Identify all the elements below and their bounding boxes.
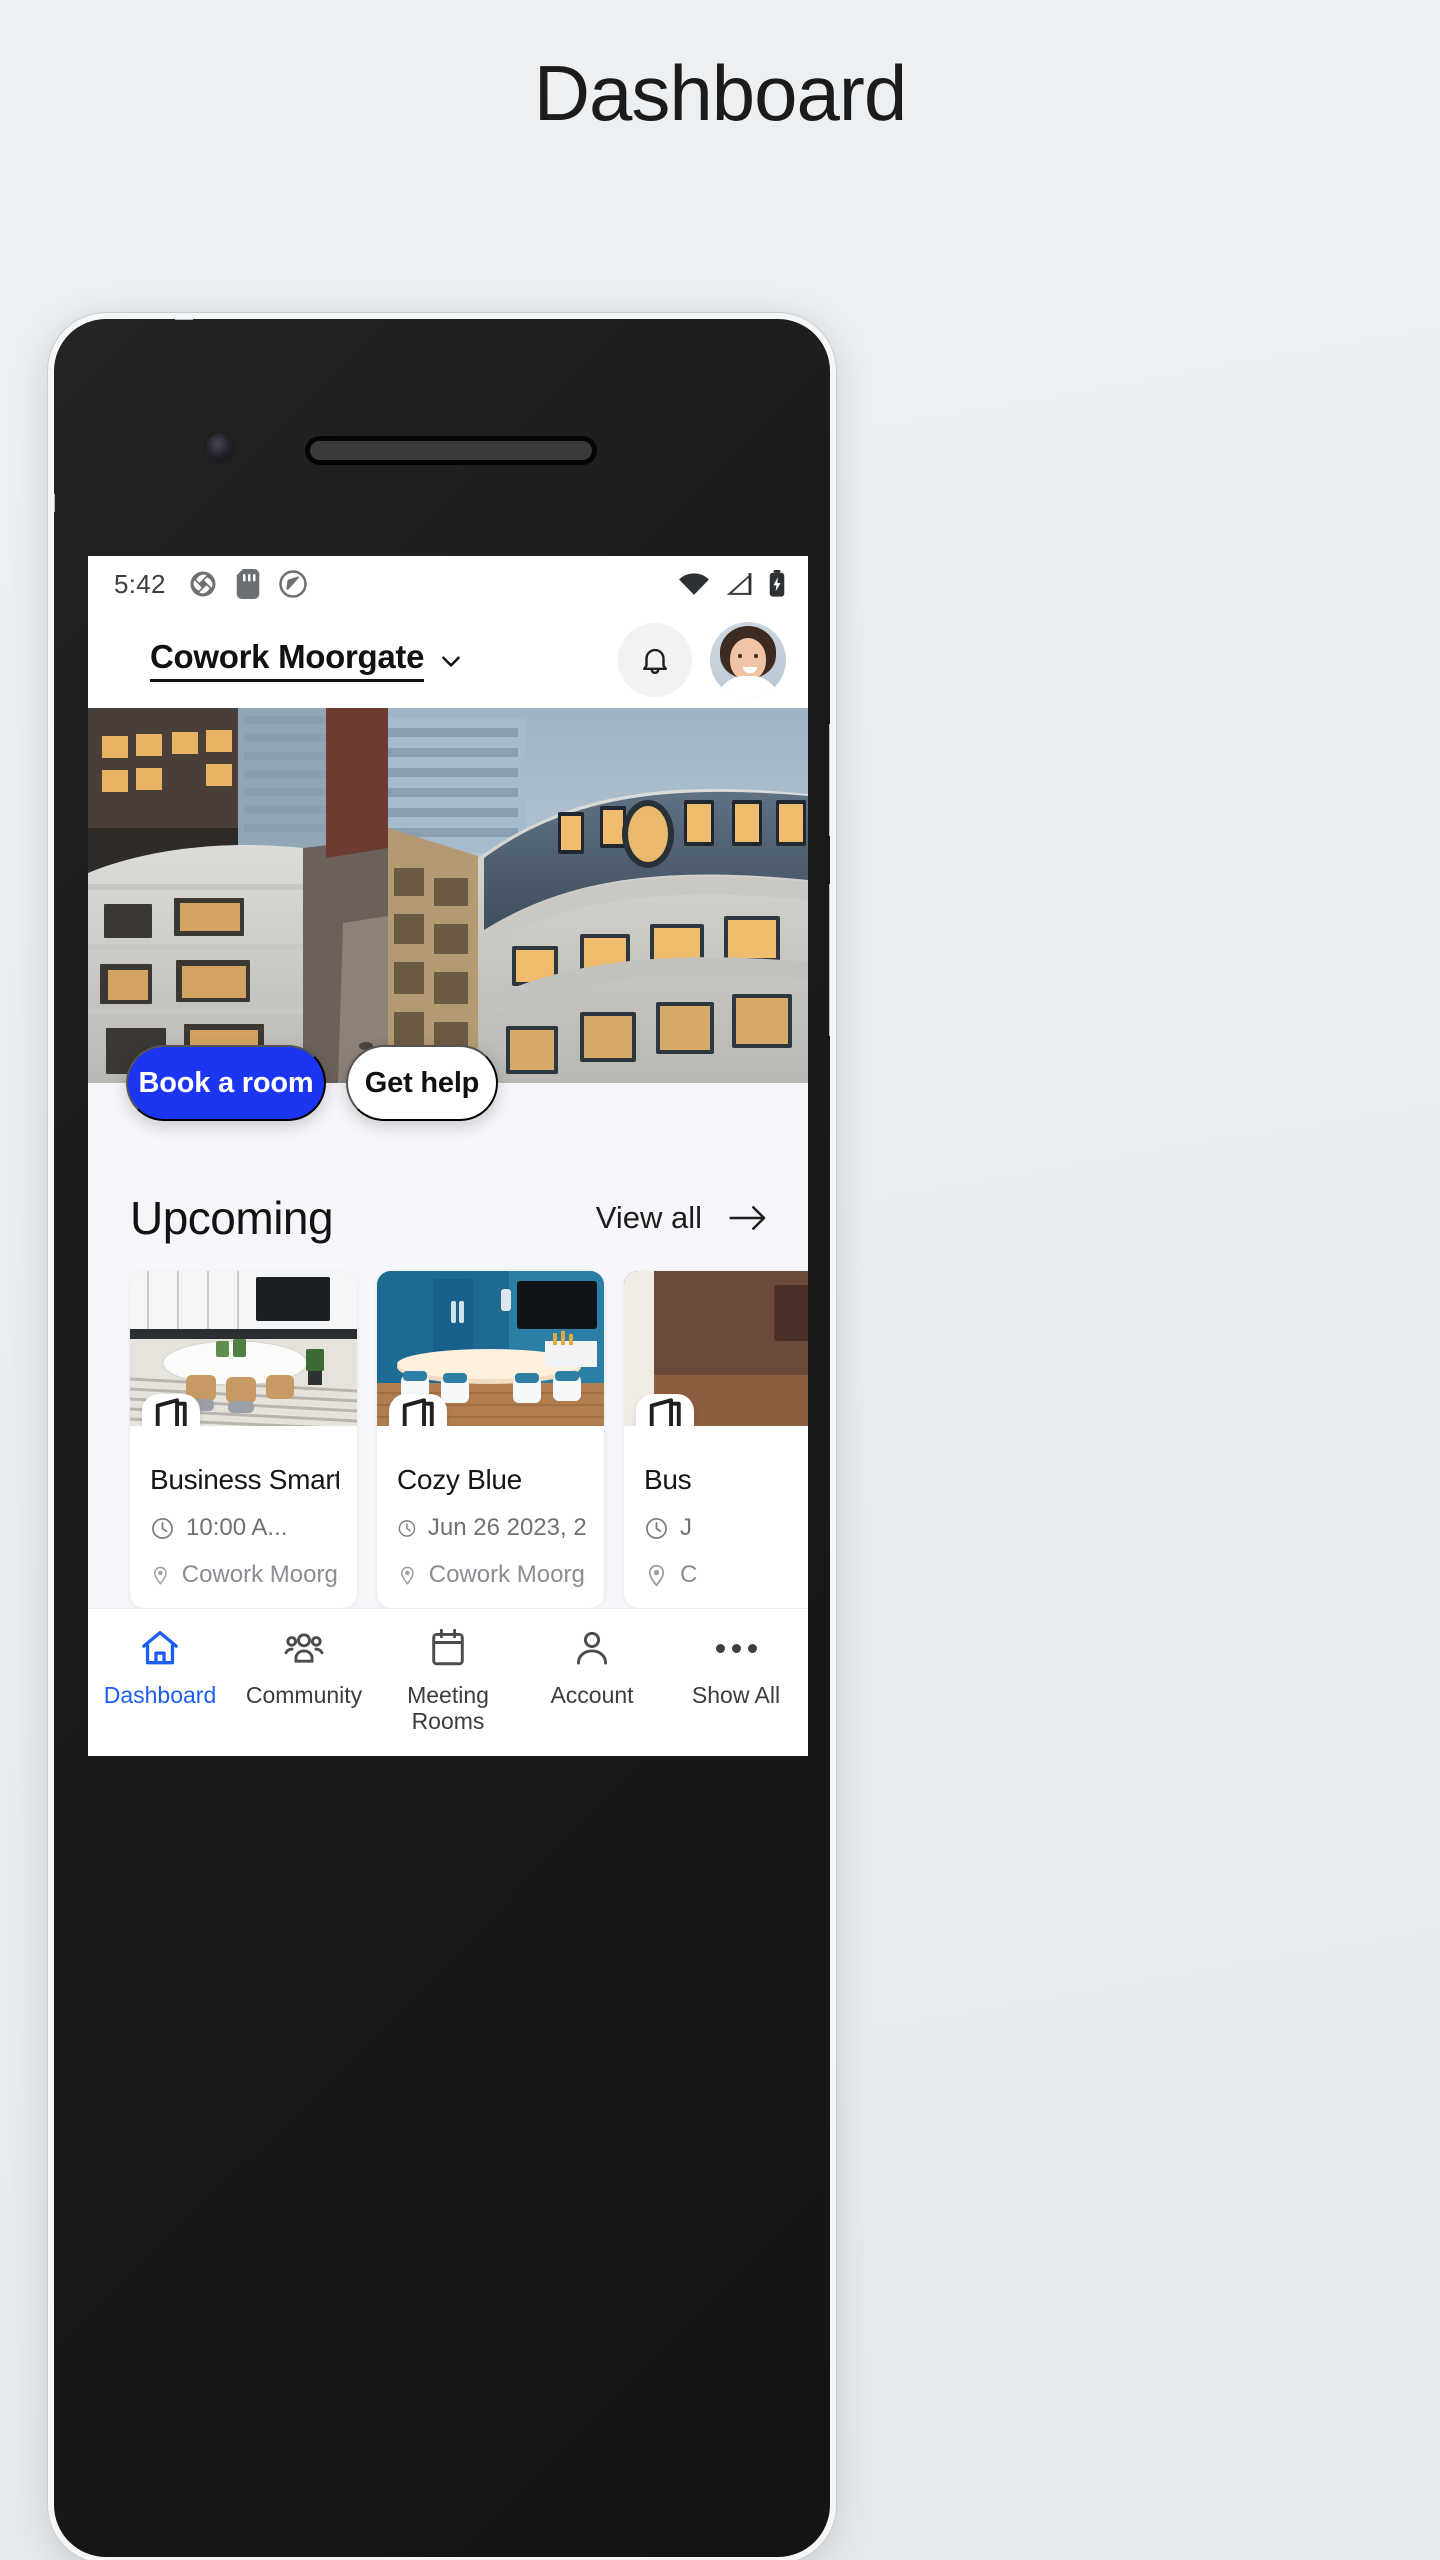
status-left-icons <box>188 569 308 599</box>
quick-actions: Book a room Get help <box>88 1045 808 1167</box>
card-title: Business Smart <box>150 1464 339 1495</box>
nav-label: Account <box>550 1682 634 1708</box>
door-icon <box>155 1398 187 1426</box>
home-icon <box>142 1630 178 1665</box>
nav-label: Show All <box>691 1682 781 1708</box>
arrow-right-icon <box>729 1206 766 1230</box>
avatar-eye-right <box>754 654 758 658</box>
card-thumbnail <box>377 1271 604 1426</box>
location-pin-icon <box>648 1564 665 1587</box>
phone-volume-button <box>829 724 830 836</box>
status-bar: 5:42 <box>88 556 808 612</box>
header-actions <box>618 622 786 698</box>
card-body: Bus J C <box>624 1426 808 1589</box>
card-location: Cowork Moorgate <box>397 1561 586 1589</box>
calendar-icon <box>432 1628 464 1666</box>
view-all-label: View all <box>595 1200 702 1235</box>
sync-circle-icon <box>279 570 307 598</box>
card-location-text: C <box>680 1561 698 1588</box>
phone-mockup: 5:42 Cowork Moorgate Book a room Get hel… <box>48 313 836 2560</box>
list-item[interactable]: Bus J C <box>624 1271 808 1608</box>
phone-screen: 5:42 Cowork Moorgate Book a room Get hel… <box>88 556 808 1756</box>
battery-icon <box>769 570 785 597</box>
card-location-text: Cowork Moorgate <box>181 1561 339 1588</box>
door-icon-badge <box>636 1394 694 1426</box>
card-title: Cozy Blue <box>397 1464 522 1495</box>
wifi-icon <box>679 573 709 595</box>
door-icon <box>402 1398 434 1426</box>
card-time-text: 10:00 A... <box>186 1514 288 1541</box>
phone-body: 5:42 Cowork Moorgate Book a room Get hel… <box>54 319 830 2557</box>
nav-item-meeting-rooms[interactable]: Meeting Rooms <box>376 1626 520 1735</box>
door-icon-badge <box>142 1394 200 1426</box>
door-icon-badge <box>389 1394 447 1426</box>
card-time: 10:00 A... <box>150 1514 339 1542</box>
ellipsis-icon <box>715 1626 757 1670</box>
dropbox-icon <box>190 571 216 597</box>
phone-button-nub-top <box>175 319 193 320</box>
card-time: Jun 26 2023, 2:0... <box>397 1514 586 1542</box>
hero-image <box>88 708 808 1083</box>
sd-card-icon <box>236 569 260 599</box>
get-help-button[interactable]: Get help <box>346 1045 498 1121</box>
phone-button-nub-left <box>54 494 55 512</box>
avatar[interactable] <box>710 622 786 698</box>
upcoming-section-header: Upcoming View all <box>88 1167 808 1245</box>
app-header: Cowork Moorgate <box>88 612 808 708</box>
card-time-text: J <box>680 1514 692 1541</box>
list-item[interactable]: Cozy Blue Jun 26 2023, 2:0... <box>377 1271 604 1608</box>
card-time: J <box>644 1514 808 1542</box>
door-icon <box>649 1398 681 1426</box>
upcoming-cards-scroller[interactable]: Business Smart 10:00 A... Cowork Moorg C… <box>88 1245 808 1608</box>
location-selector[interactable]: Cowork Moorgate <box>150 638 464 682</box>
cellular-signal-icon <box>726 573 752 595</box>
front-camera <box>206 433 234 463</box>
avatar-face <box>730 638 766 680</box>
nav-label: Community <box>245 1682 363 1708</box>
card-thumbnail <box>624 1271 808 1426</box>
card-body: Cozy Blue Jun 26 2023, 2:0... <box>377 1426 604 1589</box>
card-body: Business Smart 10:00 A... Cowork Moorg <box>130 1426 357 1589</box>
page-title: Dashboard <box>533 49 908 137</box>
nav-item-community[interactable]: Community <box>232 1626 376 1709</box>
book-a-room-button[interactable]: Book a room <box>126 1045 326 1121</box>
nav-label: Dashboard <box>103 1682 217 1708</box>
location-name: Cowork Moorgate <box>150 638 424 682</box>
location-pin-icon <box>401 1566 414 1585</box>
card-time-text: Jun 26 2023, 2:0... <box>427 1514 586 1541</box>
nav-label: Meeting Rooms <box>407 1682 489 1734</box>
status-right-icons <box>678 570 786 598</box>
clock-icon <box>646 1517 667 1539</box>
nav-item-show-all[interactable]: Show All <box>664 1626 808 1709</box>
hero-illustration <box>88 708 808 1083</box>
nav-item-account[interactable]: Account <box>520 1626 664 1709</box>
person-icon <box>576 1631 608 1665</box>
avatar-shoulders <box>716 676 780 698</box>
card-location-text: Cowork Moorgate <box>428 1561 586 1588</box>
card-title: Bus <box>644 1464 692 1495</box>
avatar-eye-left <box>738 654 742 658</box>
list-item[interactable]: Business Smart 10:00 A... Cowork Moorg <box>130 1271 357 1608</box>
earpiece-speaker <box>310 441 592 460</box>
card-thumbnail <box>130 1271 357 1426</box>
phone-power-button <box>829 884 830 1036</box>
card-location: C <box>644 1561 808 1589</box>
bottom-navigation: Dashboard Community Meeting Rooms Accoun… <box>88 1608 808 1756</box>
card-location: Cowork Moorgate <box>150 1561 339 1589</box>
nav-item-dashboard[interactable]: Dashboard <box>88 1626 232 1709</box>
notifications-button[interactable] <box>618 623 692 697</box>
view-all-link[interactable]: View all <box>596 1200 768 1236</box>
clock-icon <box>152 1517 173 1539</box>
section-title: Upcoming <box>130 1192 334 1244</box>
location-pin-icon <box>154 1566 167 1585</box>
bell-icon <box>643 648 667 674</box>
clock-icon <box>398 1519 416 1537</box>
people-icon <box>284 1633 324 1663</box>
chevron-down-icon <box>442 656 461 667</box>
status-time: 5:42 <box>114 568 166 599</box>
